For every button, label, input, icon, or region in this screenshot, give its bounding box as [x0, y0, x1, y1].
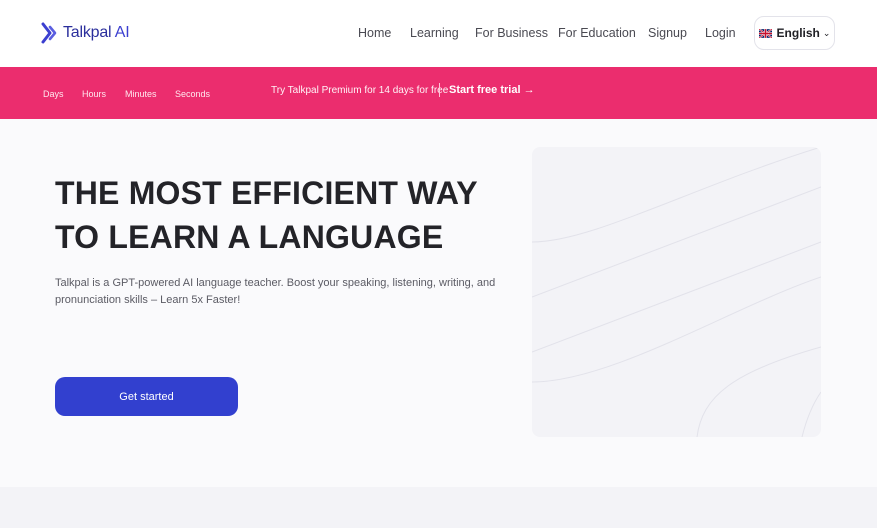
navbar: Talkpal AI Home Learning For Business Fo… — [0, 0, 877, 67]
timer-label-days: Days — [43, 89, 64, 99]
brand-suffix: AI — [114, 24, 130, 41]
nav-link-learning[interactable]: Learning — [410, 26, 459, 40]
next-section-band — [0, 487, 877, 528]
decorative-lines — [532, 147, 821, 437]
timer-label-seconds: Seconds — [175, 89, 211, 99]
language-label: English — [776, 26, 820, 40]
language-selector[interactable]: English ⌄ — [754, 16, 835, 50]
timer-label-minutes: Minutes — [125, 89, 157, 99]
hero-visual — [532, 147, 821, 437]
nav-link-home[interactable]: Home — [358, 26, 391, 40]
logo-text: Talkpal AI — [63, 24, 130, 42]
start-free-trial-link[interactable]: Start free trial → — [449, 84, 535, 96]
nav-link-for-education[interactable]: For Education — [558, 26, 636, 40]
timer-label-hours: Hours — [82, 89, 107, 99]
hero-title-line-2: TO LEARN A LANGUAGE — [55, 219, 444, 255]
promo-text: Try Talkpal Premium for 14 days for free — [271, 85, 449, 96]
nav-link-signup[interactable]: Signup — [648, 26, 687, 40]
uk-flag-icon — [758, 28, 772, 38]
hero-subtitle: Talkpal is a GPT-powered AI language tea… — [55, 277, 496, 306]
hero-title-line-1: THE MOST EFFICIENT WAY — [55, 175, 478, 211]
arrow-right-icon: → — [523, 84, 535, 96]
get-started-button[interactable]: Get started — [55, 377, 238, 416]
brand-name: Talkpal — [63, 24, 112, 41]
talkpal-logo-icon — [41, 22, 57, 44]
logo[interactable]: Talkpal AI — [41, 22, 130, 44]
start-free-trial-label: Start free trial — [449, 84, 521, 96]
hero-title: THE MOST EFFICIENT WAY TO LEARN A LANGUA… — [55, 171, 525, 259]
chevron-down-icon: ⌄ — [822, 27, 831, 38]
nav-link-login[interactable]: Login — [705, 26, 736, 40]
promo-banner: Days Hours Minutes Seconds Try Talkpal P… — [0, 67, 877, 119]
promo-divider — [439, 83, 440, 97]
hero-section: THE MOST EFFICIENT WAY TO LEARN A LANGUA… — [0, 119, 877, 487]
nav-link-for-business[interactable]: For Business — [475, 26, 548, 40]
